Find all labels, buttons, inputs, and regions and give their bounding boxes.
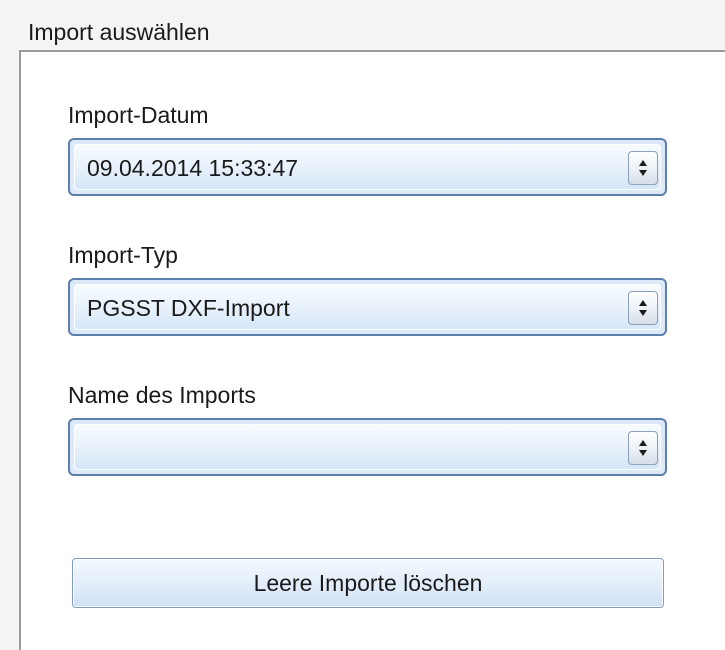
import-type-select[interactable]: PGSST DXF-Import — [68, 278, 667, 336]
import-name-select-inner — [74, 424, 661, 470]
import-type-select-inner: PGSST DXF-Import — [74, 284, 661, 330]
delete-empty-imports-button[interactable]: Leere Importe löschen — [72, 558, 664, 608]
updown-arrows-icon[interactable] — [628, 151, 658, 185]
panel-title: Import auswählen — [28, 19, 210, 45]
import-name-label: Name des Imports — [68, 382, 256, 408]
import-date-label: Import-Datum — [68, 102, 209, 128]
import-type-label: Import-Typ — [68, 242, 178, 268]
updown-arrows-icon[interactable] — [628, 431, 658, 465]
import-date-value: 09.04.2014 15:33:47 — [87, 155, 299, 181]
import-name-select[interactable] — [68, 418, 667, 476]
updown-arrows-icon[interactable] — [628, 291, 658, 325]
import-date-select-inner: 09.04.2014 15:33:47 — [74, 144, 661, 190]
import-type-value: PGSST DXF-Import — [87, 295, 290, 321]
import-date-select[interactable]: 09.04.2014 15:33:47 — [68, 138, 667, 196]
